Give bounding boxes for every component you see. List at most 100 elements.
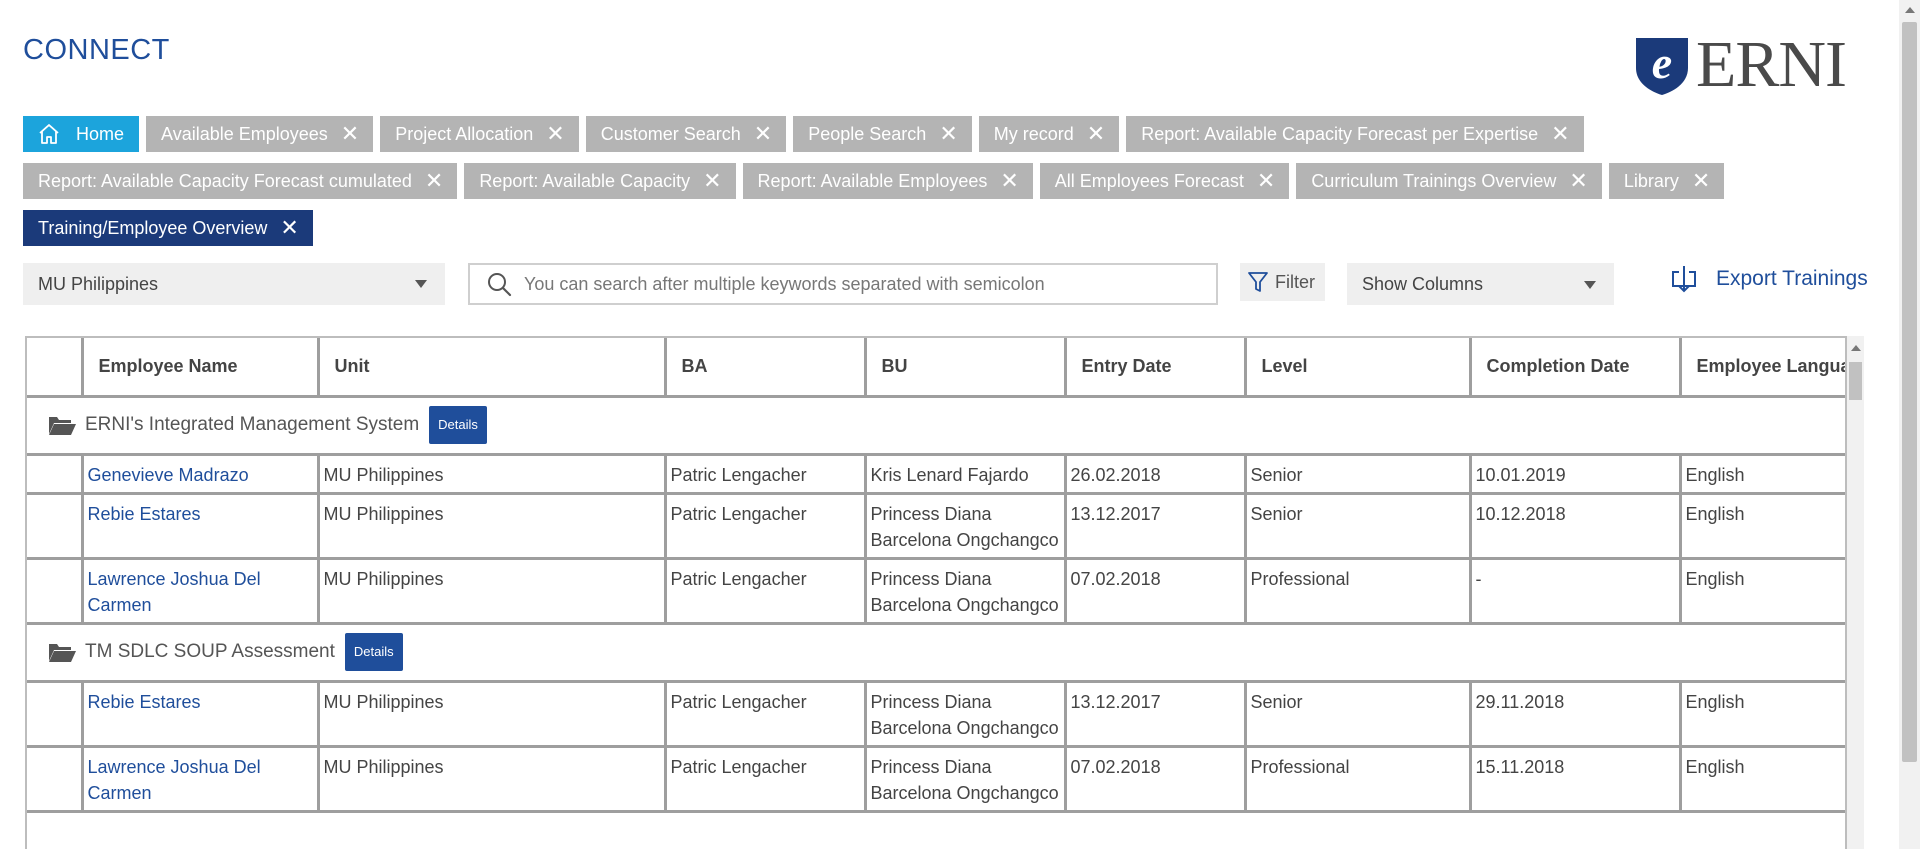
tab-all-employees-forecast[interactable]: All Employees Forecast ✕ bbox=[1039, 163, 1290, 199]
close-icon[interactable]: ✕ bbox=[1087, 123, 1105, 145]
tab-report-available-capacity-forecast-per-expertise[interactable]: Report: Available Capacity Forecast per … bbox=[1126, 116, 1584, 152]
show-columns-value: Show Columns bbox=[1362, 273, 1484, 294]
scroll-up-icon[interactable] bbox=[1905, 7, 1915, 13]
group-row: ERNI's Integrated Management System Detai… bbox=[27, 394, 1845, 456]
close-icon[interactable]: ✕ bbox=[1000, 170, 1018, 192]
tab-library[interactable]: Library ✕ bbox=[1608, 163, 1725, 199]
export-trainings-button[interactable]: Export Trainings bbox=[1670, 264, 1868, 294]
table-cell[interactable] bbox=[27, 679, 84, 748]
table-cell: MU Philippines bbox=[316, 452, 667, 495]
table-cell: Princess Diana Barcelona Ongchangco bbox=[863, 556, 1067, 625]
column-header[interactable]: Employee Name bbox=[80, 338, 320, 398]
tab-curriculum-trainings-overview[interactable]: Curriculum Trainings Overview ✕ bbox=[1296, 163, 1602, 199]
table-row: Genevieve Madrazo MU Philippines Patric Le… bbox=[27, 452, 1845, 495]
close-icon[interactable]: ✕ bbox=[754, 123, 772, 145]
tab-training-employee-overview[interactable]: Training/Employee Overview ✕ bbox=[23, 210, 313, 246]
table-cell: English bbox=[1678, 744, 1845, 813]
filter-button[interactable]: Filter bbox=[1240, 263, 1325, 301]
employee-name-link[interactable]: Lawrence Joshua Del Carmen bbox=[80, 556, 320, 625]
tab-row: Home Available Employees ✕ Project Allocati… bbox=[23, 116, 1883, 152]
close-icon[interactable]: ✕ bbox=[280, 217, 298, 239]
close-icon[interactable]: ✕ bbox=[341, 123, 359, 145]
table-cell: Senior bbox=[1243, 452, 1472, 495]
show-columns-select[interactable]: Show Columns bbox=[1347, 263, 1614, 305]
column-header[interactable]: BA bbox=[663, 338, 867, 398]
unit-select-value: MU Philippines bbox=[38, 273, 159, 294]
close-icon[interactable]: ✕ bbox=[546, 123, 564, 145]
tab-label: Report: Available Capacity Forecast per … bbox=[1141, 123, 1539, 144]
tab-label: Library bbox=[1623, 170, 1679, 191]
table-cell[interactable] bbox=[27, 744, 84, 813]
scroll-up-icon[interactable] bbox=[1851, 345, 1861, 351]
column-header[interactable]: Level bbox=[1243, 338, 1472, 398]
column-header[interactable]: Entry Date bbox=[1063, 338, 1247, 398]
table-cell: Kris Lenard Fajardo bbox=[863, 452, 1067, 495]
group-cell: TM SDLC SOUP Assessment Details bbox=[27, 621, 1845, 683]
tab-label: Project Allocation bbox=[395, 123, 534, 144]
tab-report-available-capacity-forecast-cumulated[interactable]: Report: Available Capacity Forecast cumu… bbox=[23, 163, 458, 199]
table-cell: MU Philippines bbox=[316, 679, 667, 748]
column-header[interactable] bbox=[27, 338, 84, 398]
details-button[interactable]: Details bbox=[344, 633, 403, 671]
group-header: TM SDLC SOUP Assessment Details bbox=[47, 633, 1845, 671]
erni-logo: e ERNI bbox=[1632, 32, 1874, 98]
close-icon[interactable]: ✕ bbox=[1569, 170, 1587, 192]
page-scrollbar[interactable] bbox=[1899, 0, 1920, 849]
filter-button-label: Filter bbox=[1275, 271, 1315, 292]
group-title: ERNI's Integrated Management System bbox=[85, 414, 420, 435]
table-cell: 13.12.2017 bbox=[1063, 679, 1247, 748]
app-brand-title: CONNECT bbox=[23, 34, 170, 66]
tab-customer-search[interactable]: Customer Search ✕ bbox=[585, 116, 787, 152]
employee-name-link[interactable]: Rebie Estares bbox=[80, 679, 320, 748]
table-cell: Patric Lengacher bbox=[663, 556, 867, 625]
table-cell: Princess Diana Barcelona Ongchangco bbox=[863, 744, 1067, 813]
column-header[interactable]: Unit bbox=[316, 338, 667, 398]
employee-name-link[interactable]: Rebie Estares bbox=[80, 491, 320, 560]
table-cell: 07.02.2018 bbox=[1063, 556, 1247, 625]
table-cell: Patric Lengacher bbox=[663, 679, 867, 748]
employee-name-link[interactable]: Lawrence Joshua Del Carmen bbox=[80, 744, 320, 813]
search-box[interactable] bbox=[468, 263, 1218, 305]
search-input[interactable] bbox=[524, 273, 1184, 295]
column-header[interactable]: Completion Date bbox=[1468, 338, 1682, 398]
tab-report-available-capacity[interactable]: Report: Available Capacity ✕ bbox=[464, 163, 736, 199]
close-icon[interactable]: ✕ bbox=[1551, 123, 1569, 145]
grid-scrollbar-thumb[interactable] bbox=[1849, 362, 1862, 400]
column-header[interactable]: BU bbox=[863, 338, 1067, 398]
tab-label: Training/Employee Overview bbox=[38, 217, 268, 238]
folder-open-icon bbox=[49, 644, 76, 662]
tab-label: My record bbox=[993, 123, 1074, 144]
table-cell: Princess Diana Barcelona Ongchangco bbox=[863, 491, 1067, 560]
unit-select[interactable]: MU Philippines bbox=[23, 263, 445, 305]
employee-name-link[interactable]: Genevieve Madrazo bbox=[80, 452, 320, 495]
tab-label: Report: Available Capacity bbox=[479, 170, 691, 191]
table-cell: English bbox=[1678, 491, 1845, 560]
close-icon[interactable]: ✕ bbox=[703, 170, 721, 192]
table-cell[interactable] bbox=[27, 491, 84, 560]
tab-row: Training/Employee Overview ✕ bbox=[23, 210, 1883, 246]
tab-row: Report: Available Capacity Forecast cumu… bbox=[23, 163, 1883, 199]
tab-label: Available Employees bbox=[161, 123, 328, 144]
tab-available-employees[interactable]: Available Employees ✕ bbox=[146, 116, 374, 152]
table-cell[interactable] bbox=[27, 556, 84, 625]
tab-label: Home bbox=[76, 123, 125, 144]
tab-report-available-employees[interactable]: Report: Available Employees ✕ bbox=[742, 163, 1033, 199]
table-cell: Princess Diana Barcelona Ongchangco bbox=[863, 679, 1067, 748]
page-scrollbar-thumb[interactable] bbox=[1902, 22, 1917, 762]
tab-project-allocation[interactable]: Project Allocation ✕ bbox=[380, 116, 579, 152]
filter-icon bbox=[1248, 272, 1268, 292]
close-icon[interactable]: ✕ bbox=[425, 170, 443, 192]
close-icon[interactable]: ✕ bbox=[939, 123, 957, 145]
grid-scrollbar[interactable] bbox=[1847, 336, 1864, 849]
table-cell: MU Philippines bbox=[316, 556, 667, 625]
tab-home[interactable]: Home bbox=[23, 116, 140, 152]
table-cell[interactable] bbox=[27, 452, 84, 495]
close-icon[interactable]: ✕ bbox=[1692, 170, 1710, 192]
tab-people-search[interactable]: People Search ✕ bbox=[793, 116, 972, 152]
column-header[interactable]: Employee Langua bbox=[1678, 338, 1845, 398]
table-cell: English bbox=[1678, 679, 1845, 748]
table-cell: 26.02.2018 bbox=[1063, 452, 1247, 495]
close-icon[interactable]: ✕ bbox=[1257, 170, 1275, 192]
tab-my-record[interactable]: My record ✕ bbox=[978, 116, 1120, 152]
details-button[interactable]: Details bbox=[429, 406, 487, 444]
